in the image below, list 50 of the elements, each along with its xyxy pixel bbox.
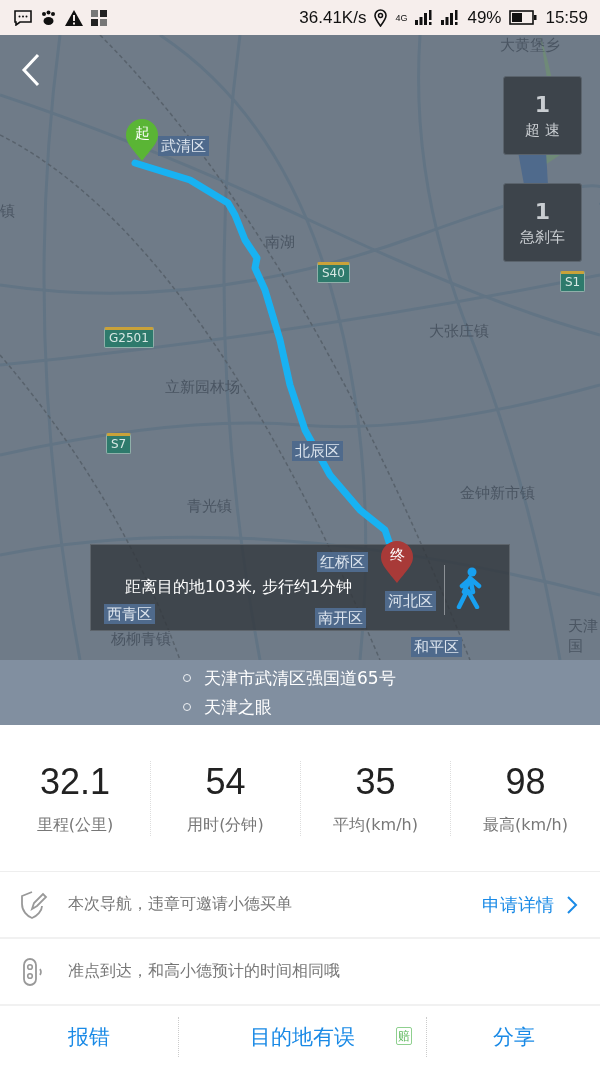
event-label: 急刹车 <box>520 227 565 247</box>
details-link[interactable]: 申请详情 <box>482 892 578 917</box>
place-label: 和平区 <box>411 637 462 657</box>
place-label: 北辰区 <box>292 441 343 461</box>
highway-shield: S40 <box>317 262 350 283</box>
warning-icon <box>65 9 83 26</box>
place-label: 河北区 <box>385 591 436 611</box>
network-type: 4G <box>395 12 408 23</box>
back-icon <box>20 53 42 87</box>
address-text: 天津之眼 <box>204 695 272 719</box>
notice-text: 准点到达，和高小德预计的时间相同哦 <box>68 961 341 982</box>
stat-label: 平均(km/h) <box>333 814 418 836</box>
action-button[interactable]: 分享 <box>426 1017 600 1057</box>
network-speed: 36.41K/s <box>299 7 367 28</box>
highway-shield: G2501 <box>104 327 154 348</box>
place-label: 南开区 <box>315 608 366 628</box>
stat-label: 里程(公里) <box>36 814 114 836</box>
stat-label: 用时(分钟) <box>187 814 264 836</box>
notice-text: 本次导航，违章可邀请小德买单 <box>68 894 293 915</box>
address-text: 天津市武清区强国道65号 <box>204 666 396 690</box>
signal-icon <box>441 10 460 25</box>
stat-label: 最高(km/h) <box>483 814 568 836</box>
banner-text: 距离目的地103米, 步行约1分钟 <box>125 577 352 598</box>
place-label: 武清区 <box>158 136 209 156</box>
chevron-right-icon <box>566 894 578 915</box>
stat-value: 98 <box>505 760 546 803</box>
place-label: 西青区 <box>104 604 155 624</box>
location-icon <box>374 8 388 27</box>
event-count: 1 <box>534 198 551 224</box>
stat-value: 54 <box>205 760 246 803</box>
signal-icon <box>415 10 434 25</box>
app-grid-icon <box>91 9 107 26</box>
stat-value: 35 <box>355 760 396 803</box>
message-icon <box>14 9 32 26</box>
battery-percent: 49% <box>467 7 502 28</box>
paw-icon <box>40 9 57 26</box>
highway-shield: S7 <box>106 433 132 454</box>
battery-icon <box>509 10 538 25</box>
compensation-badge: 赔 <box>396 1027 412 1045</box>
event-count: 1 <box>534 91 551 117</box>
highway-shield: S1 <box>560 271 586 292</box>
event-label: 超 速 <box>525 120 560 140</box>
stat-value: 32.1 <box>39 760 111 803</box>
shield-pen-icon <box>20 889 48 920</box>
place-label: 红桥区 <box>317 552 368 572</box>
end-marker: 终 <box>379 540 415 584</box>
start-marker: 起 <box>124 118 160 162</box>
clock: 15:59 <box>545 7 588 28</box>
action-button[interactable]: 报错 <box>0 1017 178 1057</box>
action-button[interactable]: 目的地有误 赔 <box>178 1017 426 1057</box>
